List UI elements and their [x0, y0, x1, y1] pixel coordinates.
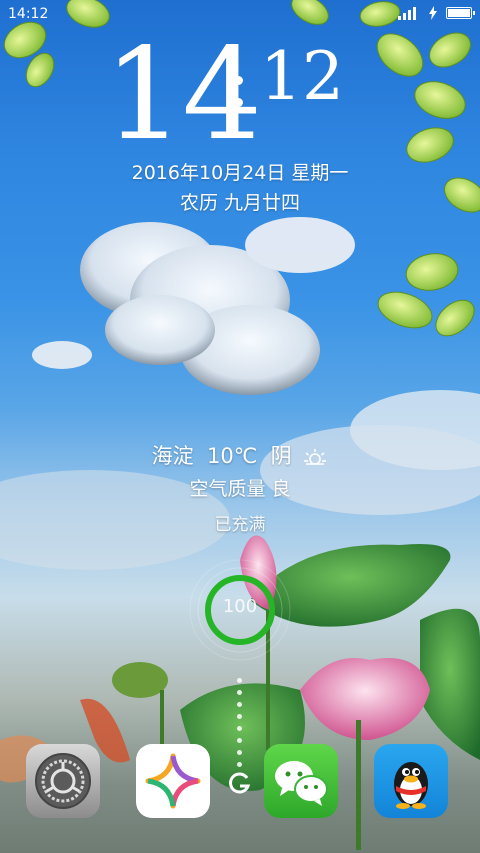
battery-icon — [446, 7, 475, 19]
settings-gear-icon — [35, 753, 91, 809]
weather-location: 海淀 — [151, 444, 194, 468]
status-time: 14:12 — [8, 6, 49, 22]
wechat-app-icon[interactable] — [264, 744, 338, 818]
qq-app-icon[interactable] — [374, 744, 448, 818]
cloudy-sun-icon — [304, 449, 327, 465]
weather-temperature: 10℃ — [207, 444, 258, 468]
colorful-star-icon — [145, 753, 201, 809]
charging-bolt-icon — [429, 6, 437, 20]
weather-condition: 阴 — [270, 444, 292, 468]
battery-fill — [448, 9, 470, 17]
weather-line[interactable]: 海淀 10℃ 阴 — [0, 440, 480, 470]
charging-status: 已充满 — [214, 515, 266, 535]
signal-icon — [398, 7, 416, 20]
clock-colon — [234, 66, 244, 110]
date-gregorian: 2016年10月24日 星期一 — [131, 162, 349, 184]
wechat-icon — [275, 761, 328, 806]
unlock-g-icon[interactable] — [227, 770, 253, 796]
clock-minutes: 12 — [260, 38, 344, 115]
date-lunar: 农历 九月廿四 — [179, 192, 301, 214]
charge-percent: 100 — [222, 596, 258, 617]
qq-penguin-icon — [394, 762, 428, 809]
status-icons — [398, 6, 475, 20]
settings-app-icon[interactable] — [26, 744, 100, 818]
charge-indicator: 100 — [186, 556, 294, 664]
air-quality: 空气质量 良 — [189, 478, 291, 500]
lock-screen: 14:12 14 12 2016年10月24日 星期一 农历 九月廿四 海淀 1… — [0, 0, 480, 853]
colorful-app-icon[interactable] — [136, 744, 210, 818]
